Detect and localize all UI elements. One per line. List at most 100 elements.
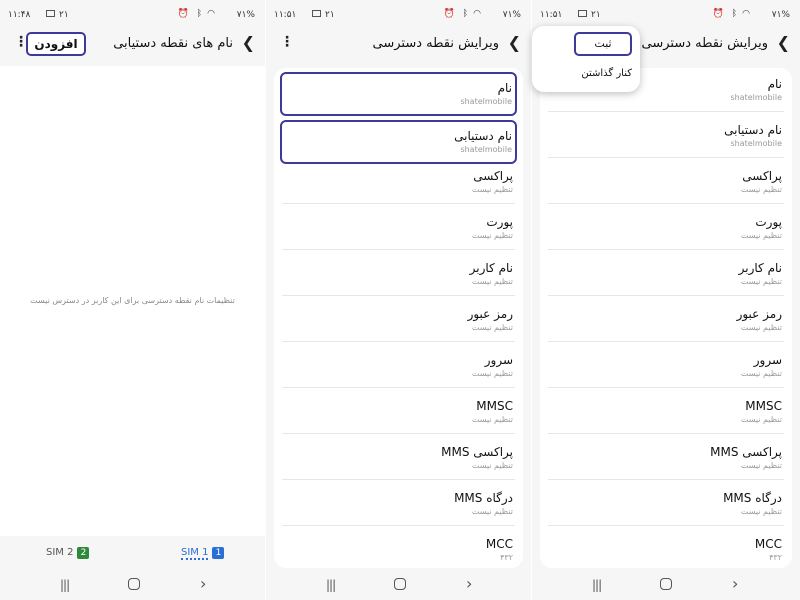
field-mms-port[interactable]: درگاه MMS تنظیم نیست [546,482,786,526]
field-value: تنظیم نیست [471,369,513,378]
discard-menu-item[interactable]: کنار گذاشتن [581,68,632,79]
settings-card: نام shatelmobile نام دستیابی shatelmobil… [274,68,523,568]
field-label: نام دستیابی [454,129,512,143]
field-mmsc[interactable]: MMSC تنظیم نیست [280,390,517,434]
tab-sim2[interactable]: SIM 22 [46,547,90,559]
back-icon[interactable]: ❮ [242,33,255,52]
edit-apn-screen: ۱۱:۵۱ ۲۱ ⏰ ᛒ ◠ ۷۱% ❮ ویرایش نقطه دسترسی … [266,0,531,600]
field-label: نام کاربر [469,261,513,275]
field-server[interactable]: سرور تنظیم نیست [546,344,786,388]
field-server[interactable]: سرور تنظیم نیست [280,344,517,388]
alarm-icon: ⏰ [712,9,724,19]
field-mms-port[interactable]: درگاه MMS تنظیم نیست [280,482,517,526]
field-value: تنظیم نیست [740,323,782,332]
bluetooth-icon: ᛒ [731,9,737,19]
field-label: نام کاربر [738,261,782,275]
field-value: تنظیم نیست [471,415,513,424]
nav-back-icon[interactable]: › [466,574,472,593]
wifi-icon: ◠ [207,9,215,19]
field-mmsc[interactable]: MMSC تنظیم نیست [546,390,786,434]
divider [282,295,515,296]
divider [548,249,784,250]
field-label: نام [767,77,782,91]
field-label: پورت [486,215,513,229]
field-value: تنظیم نیست [471,277,513,286]
recent-apps-icon[interactable]: ||| [326,578,336,592]
gallery-icon [312,10,321,17]
field-value: تنظیم نیست [740,461,782,470]
field-mms-proxy[interactable]: پراکسی MMS تنظیم نیست [546,436,786,480]
recent-apps-icon[interactable]: ||| [592,578,602,592]
field-port[interactable]: پورت تنظیم نیست [280,206,517,250]
home-icon[interactable] [394,578,406,590]
field-label: پراکسی MMS [441,445,513,459]
field-value: shatelmobile [730,139,782,148]
divider [548,295,784,296]
home-icon[interactable] [128,578,140,590]
settings-card: نام shatelmobile نام دستیابی shatelmobil… [540,68,792,568]
field-mms-proxy[interactable]: پراکسی MMS تنظیم نیست [280,436,517,480]
field-name[interactable]: نام shatelmobile [280,72,517,116]
navigation-bar: ||| › [266,572,531,600]
sim-tabs: SIM 22 SIM 11 [0,537,265,571]
more-options-icon[interactable]: ⋮ [280,34,294,50]
battery-level: ۷۱% [771,10,790,20]
nav-back-icon[interactable]: › [732,574,738,593]
wifi-icon: ◠ [473,9,481,19]
field-value: تنظیم نیست [740,185,782,194]
field-label: نام دستیابی [724,123,782,137]
field-value: تنظیم نیست [471,507,513,516]
field-label: سرور [753,353,782,367]
field-password[interactable]: رمز عبور تنظیم نیست [280,298,517,342]
field-label: درگاه MMS [723,491,782,505]
field-proxy[interactable]: پراکسی تنظیم نیست [280,160,517,204]
field-value: تنظیم نیست [740,415,782,424]
field-proxy[interactable]: پراکسی تنظیم نیست [546,160,786,204]
save-menu-item[interactable]: ثبت [574,32,632,56]
field-port[interactable]: پورت تنظیم نیست [546,206,786,250]
sim2-label: SIM 2 [46,547,74,558]
field-apn[interactable]: نام دستیابی shatelmobile [280,120,517,164]
divider [282,249,515,250]
empty-message: تنظیمات نام نقطه دسترسی برای این کاربر د… [30,296,235,305]
gallery-icon [46,10,55,17]
home-icon[interactable] [660,578,672,590]
field-label: MMSC [476,399,513,413]
nav-back-icon[interactable]: › [200,574,206,593]
divider [548,203,784,204]
field-mcc[interactable]: MCC ۴۳۲ [280,528,517,568]
field-apn[interactable]: نام دستیابی shatelmobile [546,114,786,158]
field-mcc[interactable]: MCC ۴۳۲ [546,528,786,568]
field-label: MMSC [745,399,782,413]
field-label: پراکسی [742,169,782,183]
status-time: ۱۱:۴۸ [8,10,31,20]
field-value: تنظیم نیست [740,369,782,378]
field-password[interactable]: رمز عبور تنظیم نیست [546,298,786,342]
sim1-label: SIM 1 [181,547,209,560]
field-value: تنظیم نیست [740,507,782,516]
recent-apps-icon[interactable]: ||| [60,578,70,592]
field-value: تنظیم نیست [471,185,513,194]
battery-level: ۷۱% [502,10,521,20]
page-title: نام های نقطه دستیابی [113,36,233,51]
field-username[interactable]: نام کاربر تنظیم نیست [546,252,786,296]
back-icon[interactable]: ❮ [508,33,521,52]
field-value: تنظیم نیست [471,323,513,332]
status-date: ۲۱ [325,10,335,20]
field-username[interactable]: نام کاربر تنظیم نیست [280,252,517,296]
navigation-bar: ||| › [532,572,800,600]
alarm-icon: ⏰ [177,9,189,19]
tab-sim1[interactable]: SIM 11 [181,547,225,560]
page-title: ویرایش نقطه دسترسی [641,36,768,51]
add-button[interactable]: افزودن [26,32,86,56]
divider [548,525,784,526]
field-label: درگاه MMS [454,491,513,505]
field-value: تنظیم نیست [740,231,782,240]
page-title: ویرایش نقطه دسترسی [372,36,499,51]
app-bar: ❮ ویرایش نقطه دسترسی ⋮ [266,30,531,66]
field-value: تنظیم نیست [471,461,513,470]
back-icon[interactable]: ❮ [777,33,790,52]
divider [282,525,515,526]
field-value: ۴۳۲ [500,553,513,562]
field-label: MCC [485,537,513,551]
